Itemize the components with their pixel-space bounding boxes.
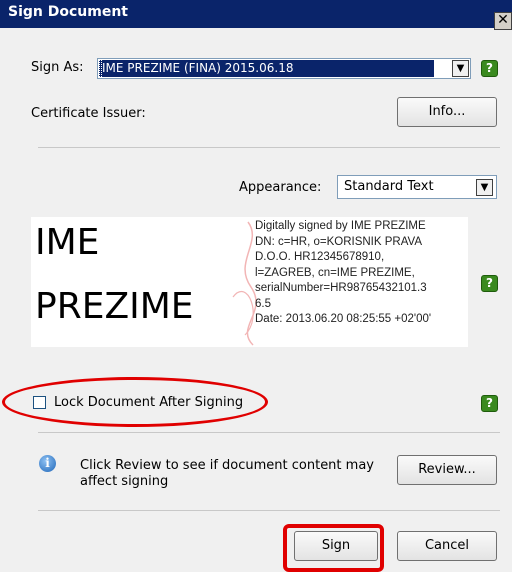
info-icon: i bbox=[39, 455, 56, 472]
close-icon[interactable]: ✕ bbox=[494, 12, 512, 30]
appearance-value: Standard Text bbox=[344, 179, 434, 194]
chevron-down-icon[interactable]: ▼ bbox=[452, 60, 469, 77]
cancel-button[interactable]: Cancel bbox=[397, 531, 497, 561]
signer-first-name: IME bbox=[35, 222, 100, 263]
sign-as-value: IME PREZIME (FINA) 2015.06.18 bbox=[102, 61, 294, 75]
divider bbox=[38, 510, 500, 511]
help-icon[interactable]: ? bbox=[481, 275, 498, 292]
help-icon[interactable]: ? bbox=[481, 395, 498, 412]
sign-as-select[interactable]: IME PREZIME (FINA) 2015.06.18 bbox=[97, 58, 471, 79]
signature-details: Digitally signed by IME PREZIME DN: c=HR… bbox=[255, 220, 432, 325]
title-bar: Sign Document bbox=[0, 0, 512, 28]
help-icon[interactable]: ? bbox=[481, 60, 498, 77]
chevron-down-icon[interactable]: ▼ bbox=[476, 179, 493, 196]
window-title: Sign Document bbox=[8, 4, 128, 20]
focus-ring bbox=[99, 60, 102, 77]
certificate-issuer-label: Certificate Issuer: bbox=[31, 106, 146, 121]
info-button[interactable]: Info... bbox=[397, 97, 497, 127]
review-button[interactable]: Review... bbox=[397, 455, 497, 485]
appearance-select[interactable]: Standard Text bbox=[337, 175, 497, 199]
appearance-label: Appearance: bbox=[239, 180, 322, 195]
divider bbox=[38, 147, 500, 148]
highlight-oval bbox=[2, 377, 268, 427]
highlight-rectangle bbox=[283, 524, 384, 572]
sign-as-label: Sign As: bbox=[31, 60, 84, 75]
signer-last-name: PREZIME bbox=[35, 286, 194, 327]
divider bbox=[38, 432, 500, 433]
signature-preview: IME PREZIME Digitally signed by IME PREZ… bbox=[31, 217, 468, 347]
review-message: Click Review to see if document content … bbox=[80, 458, 374, 489]
